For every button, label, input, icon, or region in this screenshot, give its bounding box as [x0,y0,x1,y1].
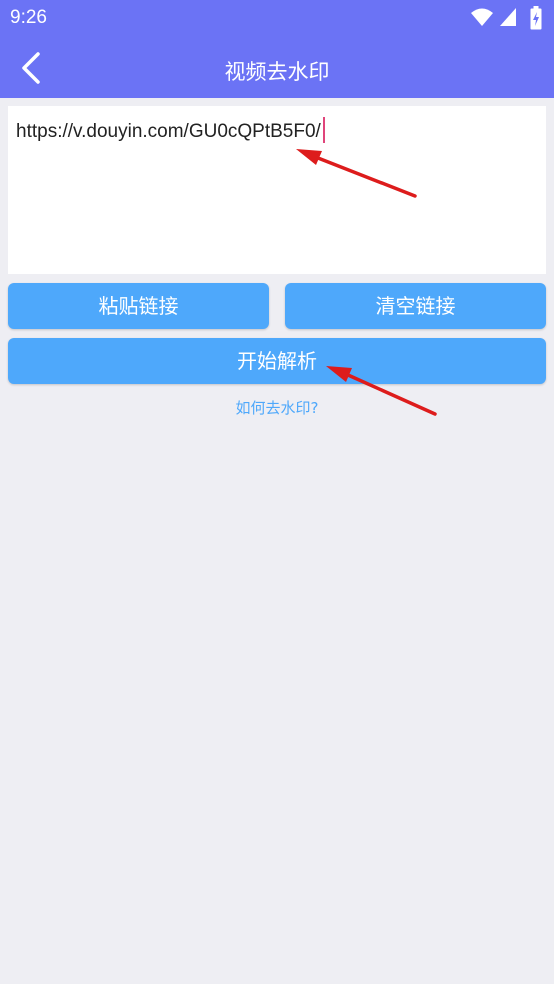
status-bar: 9:26 [0,0,554,36]
help-link[interactable]: 如何去水印? [0,397,554,418]
url-input-value: https://v.douyin.com/GU0cQPtB5F0/ [16,121,321,142]
status-time: 9:26 [10,7,47,28]
battery-charging-icon [530,6,542,30]
start-parse-button[interactable]: 开始解析 [8,338,546,384]
paste-link-button[interactable]: 粘贴链接 [8,283,269,329]
url-input[interactable]: https://v.douyin.com/GU0cQPtB5F0/ [8,106,546,274]
page-title: 视频去水印 [224,60,330,84]
signal-icon [500,8,516,26]
clear-link-button[interactable]: 清空链接 [285,283,546,329]
app-header: 9:26 视频去水印 [0,0,554,98]
wifi-icon [471,8,493,26]
text-caret [322,117,325,143]
